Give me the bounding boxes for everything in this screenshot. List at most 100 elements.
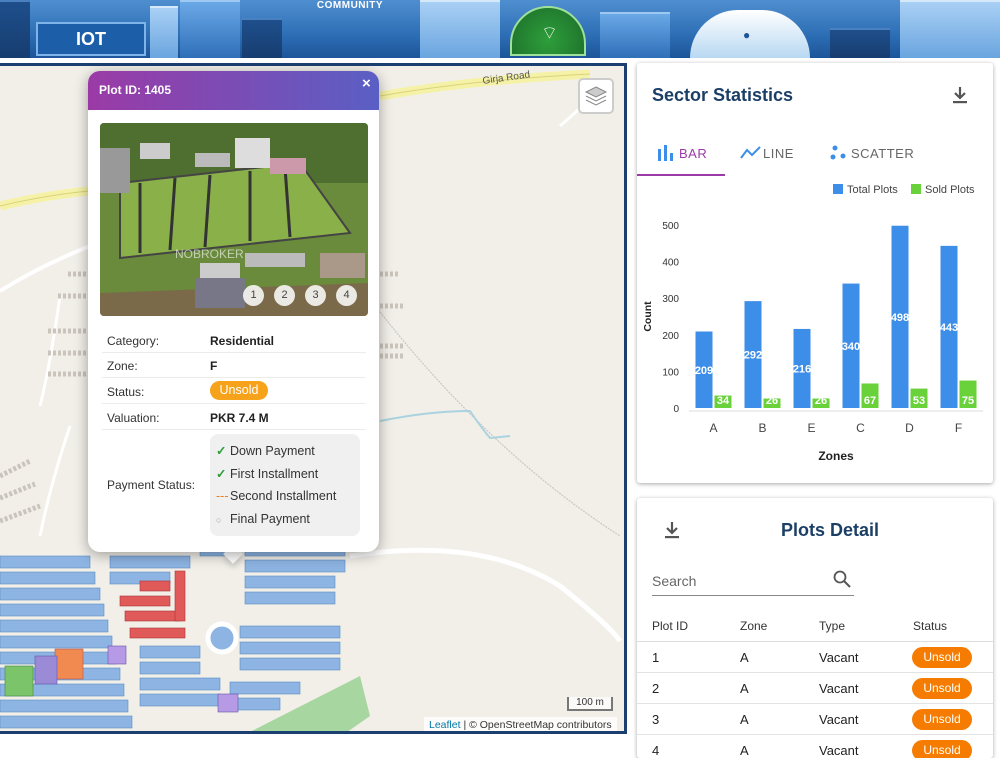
category-value: Residential: [210, 334, 275, 348]
popup-row-zone: Zone: F: [102, 352, 366, 378]
map-attribution: Leaflet | © OpenStreetMap contributors: [424, 717, 617, 731]
x-tick-label: B: [758, 421, 766, 435]
data-label: 443: [940, 322, 958, 334]
x-tick-label: D: [905, 421, 914, 435]
payment-item-first: ✓ First Installment: [216, 467, 319, 481]
plot-photo[interactable]: NOBROKER 1 2 3 4: [100, 123, 368, 316]
photo-dot-2[interactable]: 2: [274, 285, 295, 306]
payment-status-label: Payment Status:: [107, 478, 196, 492]
popup-title: Plot ID: 1405: [88, 71, 379, 110]
photo-dot-3[interactable]: 3: [305, 285, 326, 306]
wifi-icon: ⌔: [510, 6, 586, 56]
status-label: Status:: [107, 385, 145, 399]
scale-bar: 100 m: [567, 697, 613, 711]
data-label: 53: [913, 395, 925, 407]
legend-swatch: [911, 184, 921, 194]
empty-circle-icon: ○: [216, 515, 222, 525]
close-icon[interactable]: ×: [362, 75, 371, 92]
download-icon[interactable]: [950, 85, 970, 105]
tab-line[interactable]: LINE: [740, 143, 794, 163]
y-tick-label: 500: [662, 221, 679, 232]
data-label: 292: [744, 350, 762, 362]
sector-statistics-card: Sector Statistics BAR LINE SCATTER Total…: [637, 63, 993, 483]
y-tick-label: 200: [662, 331, 679, 342]
data-label: 216: [793, 363, 811, 375]
status-badge: Unsold: [912, 678, 972, 699]
data-label: 209: [695, 365, 713, 377]
valuation-label: Valuation:: [107, 411, 160, 425]
pending-icon: ---: [216, 489, 229, 503]
attribution-text: | © OpenStreetMap contributors: [463, 719, 612, 731]
status-badge: Unsold: [912, 647, 972, 668]
zone-label: Zone:: [107, 359, 138, 373]
header-banner: IOT COMMUNITY ⌔ ●: [0, 0, 1000, 58]
status-badge: Unsold: [912, 740, 972, 758]
category-label: Category:: [107, 334, 160, 348]
photo-dot-1[interactable]: 1: [243, 285, 264, 306]
plots-title: Plots Detail: [781, 520, 880, 540]
payment-item-final: ○ Final Payment: [216, 512, 310, 526]
data-label: 26: [815, 395, 827, 407]
photo-watermark: NOBROKER: [175, 247, 244, 261]
active-tab-indicator: [637, 174, 725, 176]
col-zone[interactable]: Zone: [740, 619, 767, 633]
leaflet-link[interactable]: Leaflet: [429, 719, 461, 731]
payment-status-list: ✓ Down Payment ✓ First Installment --- Seco…: [210, 434, 360, 536]
layers-button[interactable]: [578, 78, 614, 114]
payment-item-second: --- Second Installment: [216, 489, 337, 503]
table-header: Plot ID Zone Type Status: [637, 610, 993, 642]
status-badge: Unsold: [912, 709, 972, 730]
x-tick-label: A: [709, 421, 717, 435]
photo-dot-4[interactable]: 4: [336, 285, 357, 306]
data-label: 340: [842, 341, 860, 353]
scatter-chart-icon: [830, 145, 846, 160]
y-axis-label: Count: [642, 301, 654, 332]
x-axis-label: Zones: [818, 449, 854, 463]
zone-value: F: [210, 359, 218, 373]
download-icon[interactable]: [662, 520, 682, 540]
stats-title: Sector Statistics: [652, 85, 794, 105]
y-tick-label: 0: [673, 404, 679, 415]
payment-item-down: ✓ Down Payment: [216, 444, 315, 458]
tab-scatter[interactable]: SCATTER: [830, 143, 914, 163]
data-label: 26: [766, 395, 778, 407]
y-tick-label: 300: [662, 294, 679, 305]
popup-row-valuation: Valuation: PKR 7.4 M: [102, 404, 366, 430]
tab-bar[interactable]: BAR: [656, 143, 707, 163]
x-tick-label: E: [807, 421, 815, 435]
data-label: 75: [962, 395, 974, 407]
legend-label: Sold Plots: [925, 184, 975, 196]
table-row[interactable]: 1 A Vacant Unsold: [637, 642, 993, 673]
valuation-value: PKR 7.4 M: [210, 411, 269, 425]
table-row[interactable]: 3 A Vacant Unsold: [637, 704, 993, 735]
layers-icon: [584, 86, 608, 106]
status-badge: Unsold: [210, 381, 268, 400]
search-field: [652, 566, 854, 596]
plot-popup: Plot ID: 1405 × NOBROKER 1 2 3 4 Categor…: [88, 71, 379, 552]
data-label: 34: [717, 395, 730, 407]
col-plot-id[interactable]: Plot ID: [652, 619, 688, 633]
legend-swatch: [833, 184, 843, 194]
x-tick-label: F: [955, 421, 962, 435]
data-label: 67: [864, 395, 876, 407]
bar-chart-icon: [658, 145, 673, 161]
road-label: Girja Road: [482, 69, 531, 87]
col-status[interactable]: Status: [913, 619, 947, 633]
search-icon[interactable]: [832, 569, 852, 589]
x-tick-label: C: [856, 421, 865, 435]
y-tick-label: 100: [662, 367, 679, 378]
search-input[interactable]: [652, 570, 822, 592]
check-icon: ✓: [216, 467, 227, 481]
y-tick-label: 400: [662, 258, 679, 269]
col-type[interactable]: Type: [819, 619, 845, 633]
community-sign: COMMUNITY: [316, 0, 384, 11]
table-row[interactable]: 2 A Vacant Unsold: [637, 673, 993, 704]
popup-row-category: Category: Residential: [102, 327, 366, 353]
table-row[interactable]: 4 A Vacant Unsold: [637, 735, 993, 758]
bar-chart: Total Plots Sold Plots 0 100 200 300 400 500 Cou…: [642, 184, 983, 463]
line-chart-icon: [740, 146, 761, 159]
check-icon: ✓: [216, 444, 227, 458]
legend-label: Total Plots: [847, 184, 898, 196]
plots-detail-card: Plots Detail Plot ID Zone Type Status 1 …: [637, 498, 993, 758]
iot-sign: IOT: [36, 22, 146, 56]
